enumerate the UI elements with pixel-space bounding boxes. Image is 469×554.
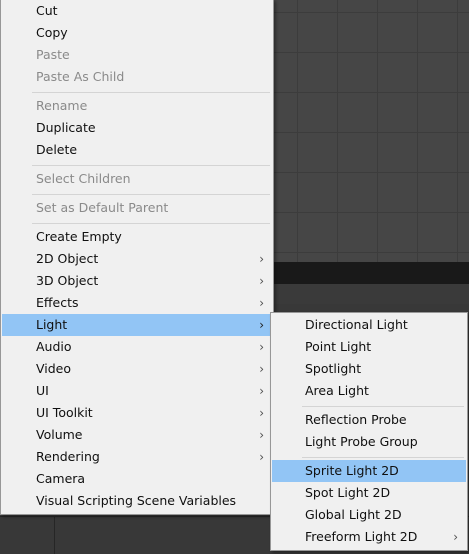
menu-item-visual-scripting-scene-variables[interactable]: Visual Scripting Scene Variables: [2, 490, 272, 512]
menu-item-duplicate[interactable]: Duplicate: [2, 117, 272, 139]
menu-item-video[interactable]: Video ›: [2, 358, 272, 380]
menu-item-label: Sprite Light 2D: [305, 463, 399, 478]
menu-item-label: Select Children: [36, 171, 131, 186]
menu-item-light[interactable]: Light ›: [2, 314, 272, 336]
menu-item-label: Cut: [36, 3, 58, 18]
bottom-panel-split: [54, 516, 55, 554]
submenu-item-freeform-light-2d[interactable]: Freeform Light 2D ›: [272, 526, 466, 548]
menu-separator: [302, 457, 464, 458]
menu-item-label: 2D Object: [36, 251, 99, 266]
menu-item-label: Reflection Probe: [305, 412, 407, 427]
menu-item-ui-toolkit[interactable]: UI Toolkit ›: [2, 402, 272, 424]
menu-item-label: Light Probe Group: [305, 434, 418, 449]
chevron-right-icon: ›: [259, 384, 264, 398]
menu-item-label: Copy: [36, 25, 68, 40]
menu-item-label: Volume: [36, 427, 83, 442]
menu-item-label: Create Empty: [36, 229, 122, 244]
menu-item-label: Set as Default Parent: [36, 200, 169, 215]
menu-item-2d-object[interactable]: 2D Object ›: [2, 248, 272, 270]
menu-item-camera[interactable]: Camera: [2, 468, 272, 490]
menu-item-label: Area Light: [305, 383, 369, 398]
submenu-item-light-probe-group[interactable]: Light Probe Group: [272, 431, 466, 453]
menu-item-label: 3D Object: [36, 273, 99, 288]
menu-item-label: Paste As Child: [36, 69, 125, 84]
menu-item-label: Paste: [36, 47, 70, 62]
menu-item-ui[interactable]: UI ›: [2, 380, 272, 402]
chevron-right-icon: ›: [453, 530, 458, 544]
menu-item-label: Spot Light 2D: [305, 485, 391, 500]
menu-item-volume[interactable]: Volume ›: [2, 424, 272, 446]
menu-separator: [302, 406, 464, 407]
submenu-item-sprite-light-2d[interactable]: Sprite Light 2D: [272, 460, 466, 482]
chevron-right-icon: ›: [259, 340, 264, 354]
menu-item-label: Visual Scripting Scene Variables: [36, 493, 237, 508]
chevron-right-icon: ›: [259, 406, 264, 420]
menu-separator: [32, 194, 270, 195]
chevron-right-icon: ›: [259, 428, 264, 442]
menu-item-cut[interactable]: Cut: [2, 0, 272, 22]
menu-item-rename: Rename: [2, 95, 272, 117]
menu-item-audio[interactable]: Audio ›: [2, 336, 272, 358]
menu-separator: [32, 223, 270, 224]
light-submenu: Directional Light Point Light Spotlight …: [270, 312, 468, 551]
menu-item-effects[interactable]: Effects ›: [2, 292, 272, 314]
menu-item-paste-as-child: Paste As Child: [2, 66, 272, 88]
menu-item-label: Camera: [36, 471, 86, 486]
menu-item-copy[interactable]: Copy: [2, 22, 272, 44]
menu-item-rendering[interactable]: Rendering ›: [2, 446, 272, 468]
menu-item-label: UI Toolkit: [36, 405, 93, 420]
menu-item-label: Light: [36, 317, 68, 332]
submenu-item-area-light[interactable]: Area Light: [272, 380, 466, 402]
menu-item-label: Audio: [36, 339, 72, 354]
menu-item-label: Directional Light: [305, 317, 408, 332]
menu-item-label: Delete: [36, 142, 78, 157]
menu-item-label: Effects: [36, 295, 79, 310]
menu-item-label: UI: [36, 383, 49, 398]
chevron-right-icon: ›: [259, 362, 264, 376]
submenu-item-spot-light-2d[interactable]: Spot Light 2D: [272, 482, 466, 504]
menu-item-set-default-parent: Set as Default Parent: [2, 197, 272, 219]
menu-item-label: Point Light: [305, 339, 372, 354]
chevron-right-icon: ›: [259, 252, 264, 266]
menu-item-label: Spotlight: [305, 361, 362, 376]
hierarchy-context-menu: Cut Copy Paste Paste As Child Rename Dup…: [0, 0, 274, 515]
menu-item-delete[interactable]: Delete: [2, 139, 272, 161]
submenu-item-point-light[interactable]: Point Light: [272, 336, 466, 358]
menu-item-label: Rendering: [36, 449, 100, 464]
submenu-item-directional-light[interactable]: Directional Light: [272, 314, 466, 336]
menu-separator: [32, 92, 270, 93]
menu-item-label: Freeform Light 2D: [305, 529, 418, 544]
submenu-item-spotlight[interactable]: Spotlight: [272, 358, 466, 380]
submenu-item-reflection-probe[interactable]: Reflection Probe: [272, 409, 466, 431]
menu-item-paste: Paste: [2, 44, 272, 66]
menu-item-3d-object[interactable]: 3D Object ›: [2, 270, 272, 292]
submenu-item-global-light-2d[interactable]: Global Light 2D: [272, 504, 466, 526]
chevron-right-icon: ›: [259, 296, 264, 310]
menu-item-label: Global Light 2D: [305, 507, 402, 522]
menu-item-create-empty[interactable]: Create Empty: [2, 226, 272, 248]
menu-separator: [32, 165, 270, 166]
chevron-right-icon: ›: [259, 450, 264, 464]
menu-item-select-children: Select Children: [2, 168, 272, 190]
chevron-right-icon: ›: [259, 274, 264, 288]
menu-item-label: Rename: [36, 98, 88, 113]
chevron-right-icon: ›: [259, 318, 264, 332]
menu-item-label: Video: [36, 361, 72, 376]
menu-item-label: Duplicate: [36, 120, 96, 135]
